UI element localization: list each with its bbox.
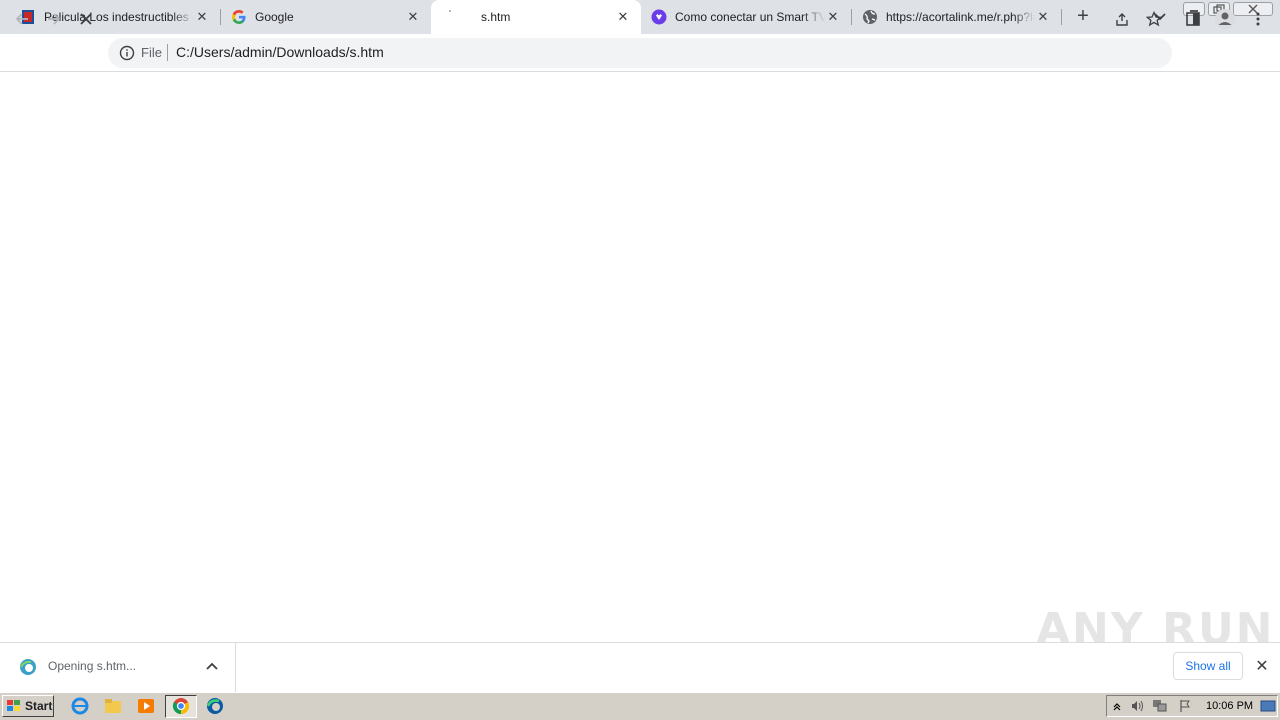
menu-kebab-icon[interactable] bbox=[1246, 7, 1270, 31]
close-icon[interactable]: ✕ bbox=[1035, 9, 1051, 25]
profile-avatar-icon[interactable] bbox=[1213, 7, 1237, 31]
page-content bbox=[0, 72, 1280, 642]
new-tab-button[interactable]: + bbox=[1072, 6, 1094, 28]
chrome-icon bbox=[172, 697, 190, 715]
tray-expand-icon[interactable] bbox=[1110, 699, 1124, 713]
bookmark-star-icon[interactable] bbox=[1142, 7, 1166, 31]
info-icon[interactable] bbox=[119, 45, 135, 61]
tab-title: Como conectar un Smart TV a bbox=[675, 10, 825, 24]
close-icon[interactable]: ✕ bbox=[615, 9, 631, 25]
stop-loading-icon[interactable] bbox=[74, 7, 98, 31]
google-g-icon bbox=[231, 9, 247, 25]
url-text[interactable]: C:/Users/admin/Downloads/s.htm bbox=[176, 44, 384, 60]
tab-s-htm[interactable]: s.htm ✕ bbox=[431, 0, 641, 34]
action-center-flag-icon[interactable] bbox=[1178, 699, 1192, 713]
tab-smart-tv[interactable]: Como conectar un Smart TV a ✕ bbox=[641, 0, 851, 34]
download-status-text: Opening s.htm... bbox=[48, 659, 137, 673]
internet-explorer-icon[interactable] bbox=[71, 697, 89, 715]
globe-icon bbox=[862, 9, 878, 25]
network-icon[interactable] bbox=[1152, 699, 1167, 713]
back-icon[interactable] bbox=[10, 7, 34, 31]
blank-page-icon bbox=[445, 9, 461, 25]
close-icon[interactable]: ✕ bbox=[405, 9, 421, 25]
chevron-up-icon[interactable] bbox=[205, 659, 219, 673]
chrome-taskbar-button[interactable] bbox=[165, 695, 197, 718]
tab-separator bbox=[1061, 9, 1062, 25]
volume-icon[interactable] bbox=[1130, 699, 1144, 713]
show-desktop-icon[interactable] bbox=[1260, 699, 1276, 713]
close-icon[interactable]: ✕ bbox=[825, 9, 841, 25]
tab-title: Pelicula Los indestructibles 4 (2 bbox=[44, 10, 194, 24]
omnibox-separator bbox=[167, 44, 168, 61]
edge-icon[interactable] bbox=[206, 697, 224, 715]
tab-google[interactable]: Google ✕ bbox=[211, 0, 431, 34]
edge-file-icon bbox=[19, 658, 37, 676]
tab-acortalink[interactable]: https://acortalink.me/r.php?l= ✕ bbox=[851, 0, 1061, 34]
tab-title: https://acortalink.me/r.php?l= bbox=[886, 10, 1035, 24]
forward-icon[interactable] bbox=[42, 7, 66, 31]
tab-title: Google bbox=[255, 10, 294, 24]
start-label: Start bbox=[25, 699, 53, 713]
close-icon[interactable]: ✕ bbox=[1253, 658, 1271, 676]
folder-icon[interactable] bbox=[104, 697, 122, 715]
windows-flag-icon bbox=[6, 699, 22, 713]
file-scheme-label: File bbox=[141, 45, 162, 60]
start-button[interactable]: Start bbox=[2, 695, 54, 717]
close-icon[interactable]: ✕ bbox=[194, 9, 210, 25]
tab-title: s.htm bbox=[481, 10, 511, 24]
purple-heart-shield-icon bbox=[651, 9, 667, 25]
share-icon[interactable] bbox=[1110, 7, 1134, 31]
clock[interactable]: 10:06 PM bbox=[1206, 700, 1253, 712]
show-all-button[interactable]: Show all bbox=[1173, 652, 1243, 680]
side-panel-icon[interactable] bbox=[1181, 7, 1205, 31]
media-player-icon[interactable] bbox=[137, 697, 155, 715]
